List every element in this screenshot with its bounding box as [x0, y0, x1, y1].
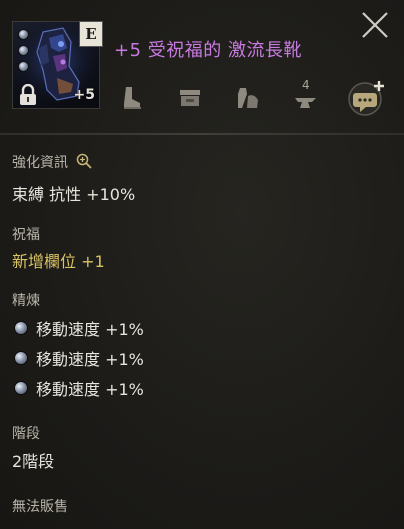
lock-icon[interactable] [18, 84, 38, 106]
enhance-info-label: 強化資訊 [12, 152, 93, 172]
header-divider [0, 133, 404, 135]
item-title: +5 受祝福的 激流長靴 [114, 40, 302, 61]
blessing-value: 新增欄位 +1 [12, 252, 105, 271]
refine-label: 精煉 [12, 293, 40, 309]
weight-bag-icon[interactable] [234, 84, 262, 112]
refine-gem-icon [14, 381, 28, 395]
blessing-label: 祝福 [12, 227, 40, 243]
tier-label: 階段 [12, 426, 40, 442]
enhance-info-label-text: 強化資訊 [12, 155, 68, 171]
storage-box-icon[interactable] [176, 84, 204, 112]
socket-list [18, 29, 29, 72]
grade-badge: E [79, 21, 103, 47]
enhance-info-value: 束縛 抗性 +10% [12, 185, 136, 204]
refine-gem-icon [14, 321, 28, 335]
zoom-in-icon[interactable] [76, 153, 93, 169]
item-tooltip-panel: E +5 +5 受祝福的 激流長靴 4 強化資訊 束縛 抗性 +10% 祝福 新… [0, 0, 404, 529]
item-attribute-icons: 4 [118, 78, 350, 120]
refine-item: 移動速度 +1% [14, 376, 144, 400]
refine-item: 移動速度 +1% [14, 346, 144, 370]
socket-gem-icon [18, 45, 29, 56]
boots-icon[interactable] [118, 84, 146, 112]
refine-item-text: 移動速度 +1% [36, 350, 144, 369]
socket-gem-icon [18, 61, 29, 72]
refine-gem-icon [14, 351, 28, 365]
sell-status: 無法販售 [12, 499, 68, 515]
refine-item: 移動速度 +1% [14, 316, 144, 340]
enhance-level-badge: +5 [73, 87, 95, 103]
close-icon[interactable] [359, 9, 391, 41]
socket-gem-icon [18, 29, 29, 40]
item-header: E +5 +5 受祝福的 激流長靴 4 [0, 0, 404, 133]
refine-item-text: 移動速度 +1% [36, 320, 144, 339]
refine-item-text: 移動速度 +1% [36, 380, 144, 399]
tier-value: 2階段 [12, 452, 55, 471]
add-chat-link-icon[interactable] [345, 79, 387, 117]
enhance-anvil-icon[interactable]: 4 [292, 78, 320, 112]
anvil-count: 4 [302, 78, 310, 92]
item-icon[interactable]: E +5 [12, 21, 103, 109]
